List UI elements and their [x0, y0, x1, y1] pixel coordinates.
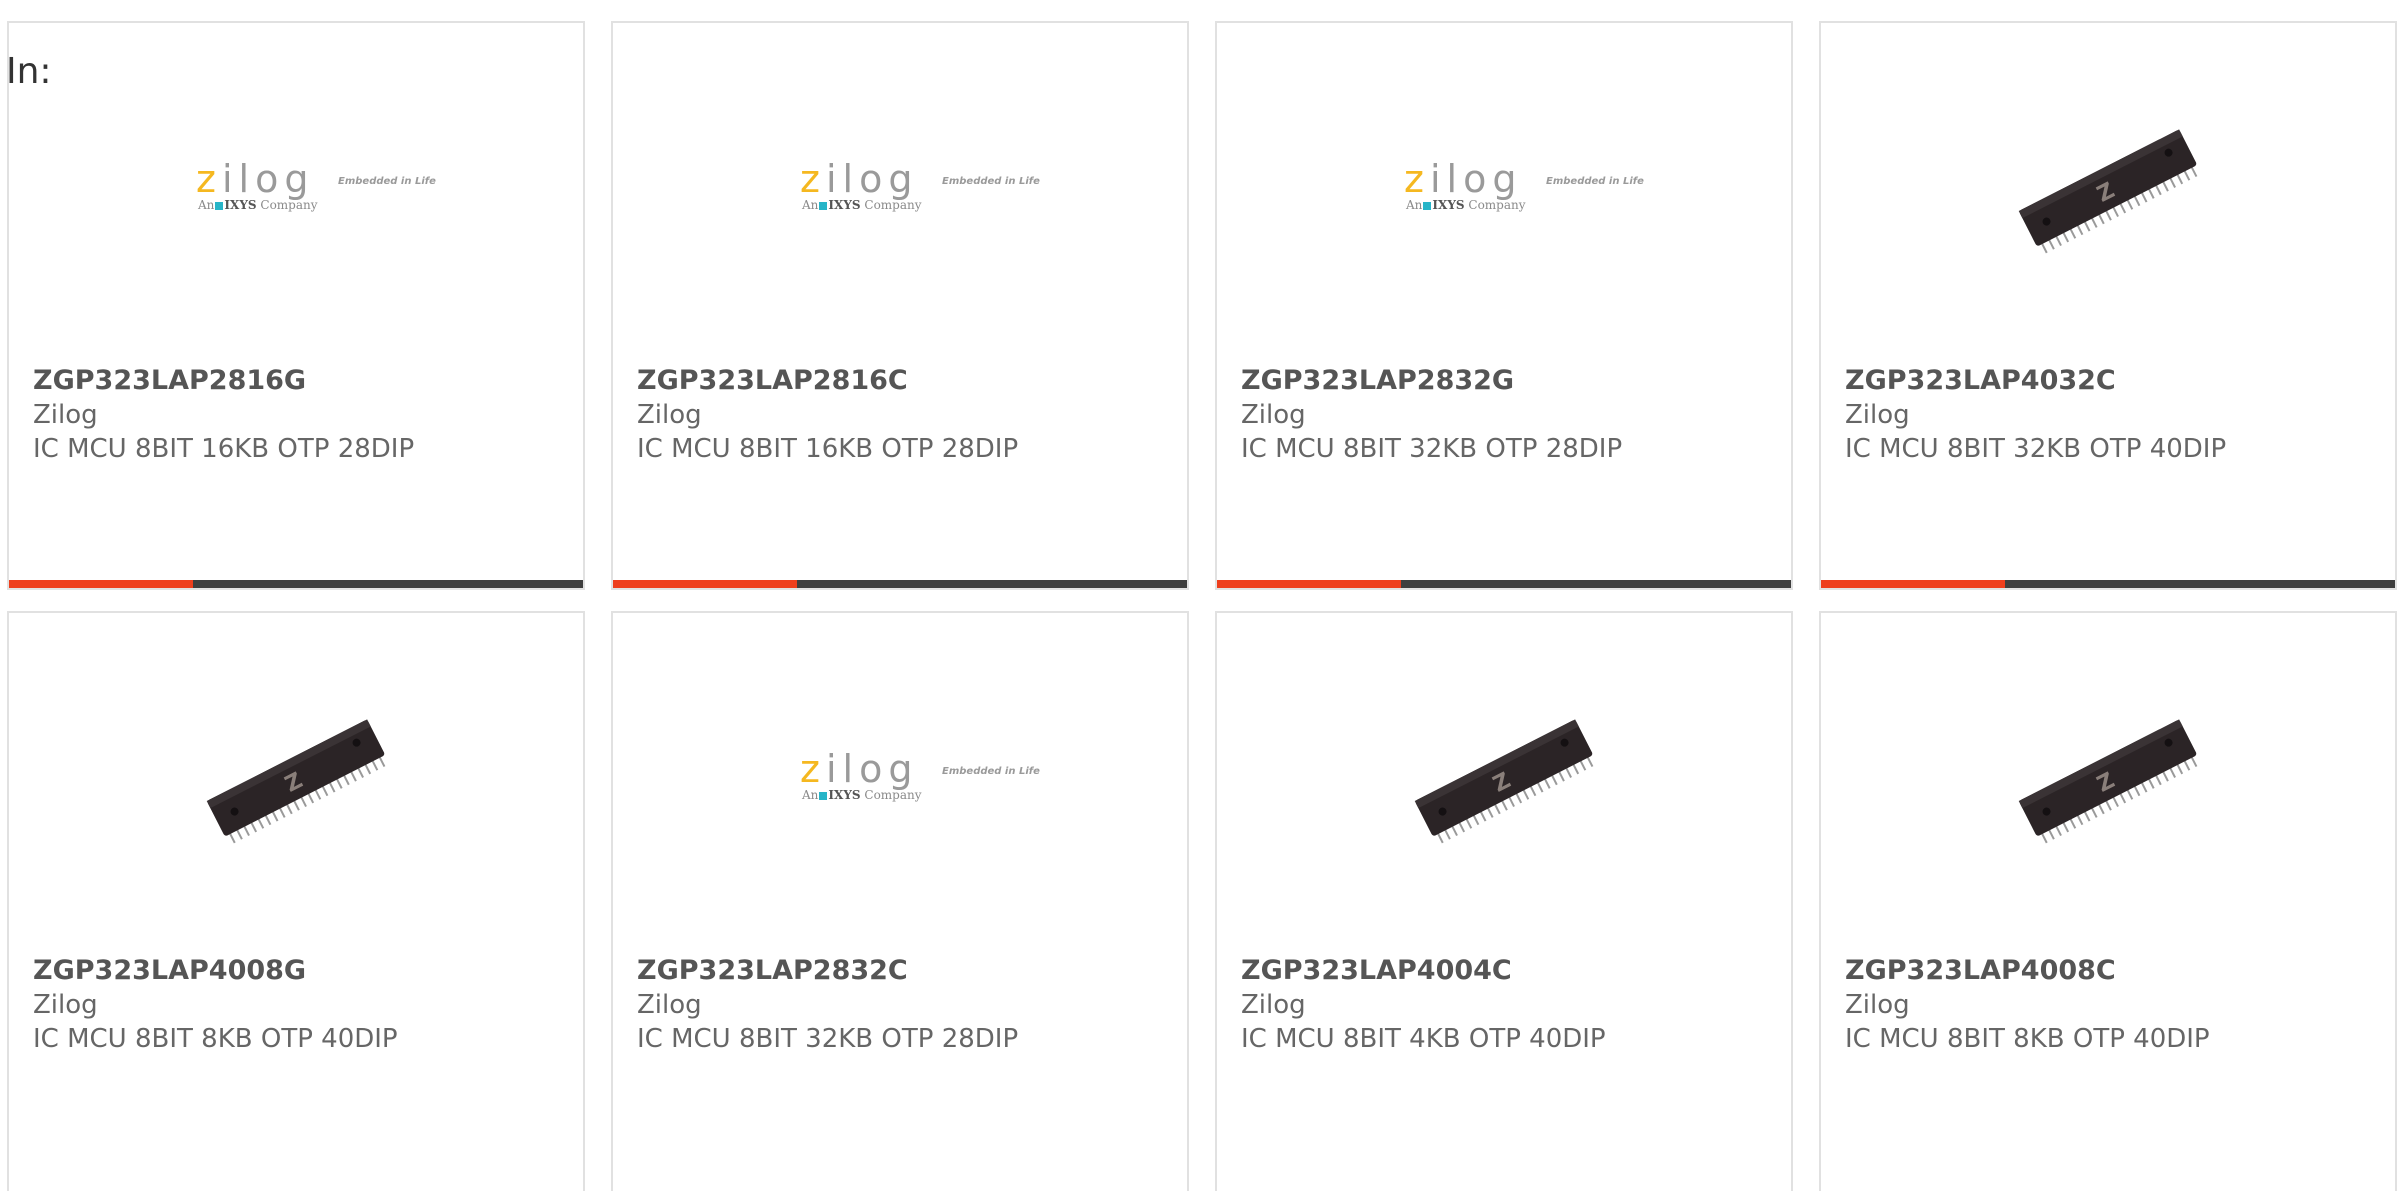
- product-description: IC MCU 8BIT 16KB OTP 28DIP: [637, 434, 1019, 464]
- part-number[interactable]: ZGP323LAP2832C: [637, 954, 1177, 988]
- part-number[interactable]: ZGP323LAP2832G: [1241, 364, 1781, 398]
- manufacturer: Zilog: [1845, 400, 1910, 430]
- filter-label: In:: [6, 51, 52, 92]
- product-card[interactable]: Z ZGP323LAP4008G Zilog IC MCU 8BIT 8KB O…: [7, 611, 585, 1191]
- dip-chip-image: Z: [9, 673, 583, 883]
- dip-chip-icon: Z: [2018, 719, 2198, 844]
- manufacturer: Zilog: [1241, 400, 1306, 430]
- product-card[interactable]: zilog Embedded in Life An IXYS Company ZG…: [611, 611, 1189, 1191]
- part-number[interactable]: ZGP323LAP2816G: [33, 364, 573, 398]
- manufacturer: Zilog: [33, 400, 98, 430]
- dip-chip-icon: Z: [1414, 719, 1594, 844]
- part-number[interactable]: ZGP323LAP4032C: [1845, 364, 2385, 398]
- product-card[interactable]: Z ZGP323LAP4032C Zilog IC MCU 8BIT 32KB …: [1819, 21, 2397, 590]
- product-description: IC MCU 8BIT 32KB OTP 28DIP: [1241, 434, 1623, 464]
- zilog-logo-image: zilog Embedded in Life An IXYS Company: [1404, 157, 1644, 212]
- card-bar-accent: [613, 580, 797, 588]
- part-number[interactable]: ZGP323LAP4008C: [1845, 954, 2385, 988]
- card-bar: [1217, 580, 1791, 588]
- zilog-logo-image: zilog Embedded in Life An IXYS Company: [196, 157, 436, 212]
- manufacturer: Zilog: [1241, 990, 1306, 1020]
- manufacturer: Zilog: [33, 990, 98, 1020]
- product-description: IC MCU 8BIT 32KB OTP 40DIP: [1845, 434, 2227, 464]
- card-bar-accent: [1217, 580, 1401, 588]
- product-description: IC MCU 8BIT 16KB OTP 28DIP: [33, 434, 415, 464]
- product-card[interactable]: Z ZGP323LAP4004C Zilog IC MCU 8BIT 4KB O…: [1215, 611, 1793, 1191]
- part-number[interactable]: ZGP323LAP2816C: [637, 364, 1177, 398]
- product-description: IC MCU 8BIT 8KB OTP 40DIP: [33, 1024, 398, 1054]
- part-number[interactable]: ZGP323LAP4004C: [1241, 954, 1781, 988]
- zilog-logo-image: zilog Embedded in Life An IXYS Company: [800, 157, 1040, 212]
- manufacturer: Zilog: [1845, 990, 1910, 1020]
- product-description: IC MCU 8BIT 4KB OTP 40DIP: [1241, 1024, 1606, 1054]
- dip-chip-image: Z: [1217, 673, 1791, 883]
- zilog-logo-image: zilog Embedded in Life An IXYS Company: [800, 747, 1040, 802]
- manufacturer: Zilog: [637, 990, 702, 1020]
- card-bar-accent: [1821, 580, 2005, 588]
- product-card[interactable]: Z ZGP323LAP4008C Zilog IC MCU 8BIT 8KB O…: [1819, 611, 2397, 1191]
- product-card[interactable]: zilog Embedded in Life An IXYS Company ZG…: [1215, 21, 1793, 590]
- card-bar: [1821, 580, 2395, 588]
- product-description: IC MCU 8BIT 8KB OTP 40DIP: [1845, 1024, 2210, 1054]
- part-number[interactable]: ZGP323LAP4008G: [33, 954, 573, 988]
- product-description: IC MCU 8BIT 32KB OTP 28DIP: [637, 1024, 1019, 1054]
- dip-chip-icon: Z: [206, 719, 386, 844]
- manufacturer: Zilog: [637, 400, 702, 430]
- card-bar-accent: [9, 580, 193, 588]
- product-card[interactable]: zilog Embedded in Life An IXYS Company ZG…: [7, 21, 585, 590]
- product-card[interactable]: zilog Embedded in Life An IXYS Company ZG…: [611, 21, 1189, 590]
- dip-chip-icon: Z: [2018, 129, 2198, 254]
- card-bar: [613, 580, 1187, 588]
- card-bar: [9, 580, 583, 588]
- dip-chip-image: Z: [1821, 673, 2395, 883]
- dip-chip-image: Z: [1821, 83, 2395, 293]
